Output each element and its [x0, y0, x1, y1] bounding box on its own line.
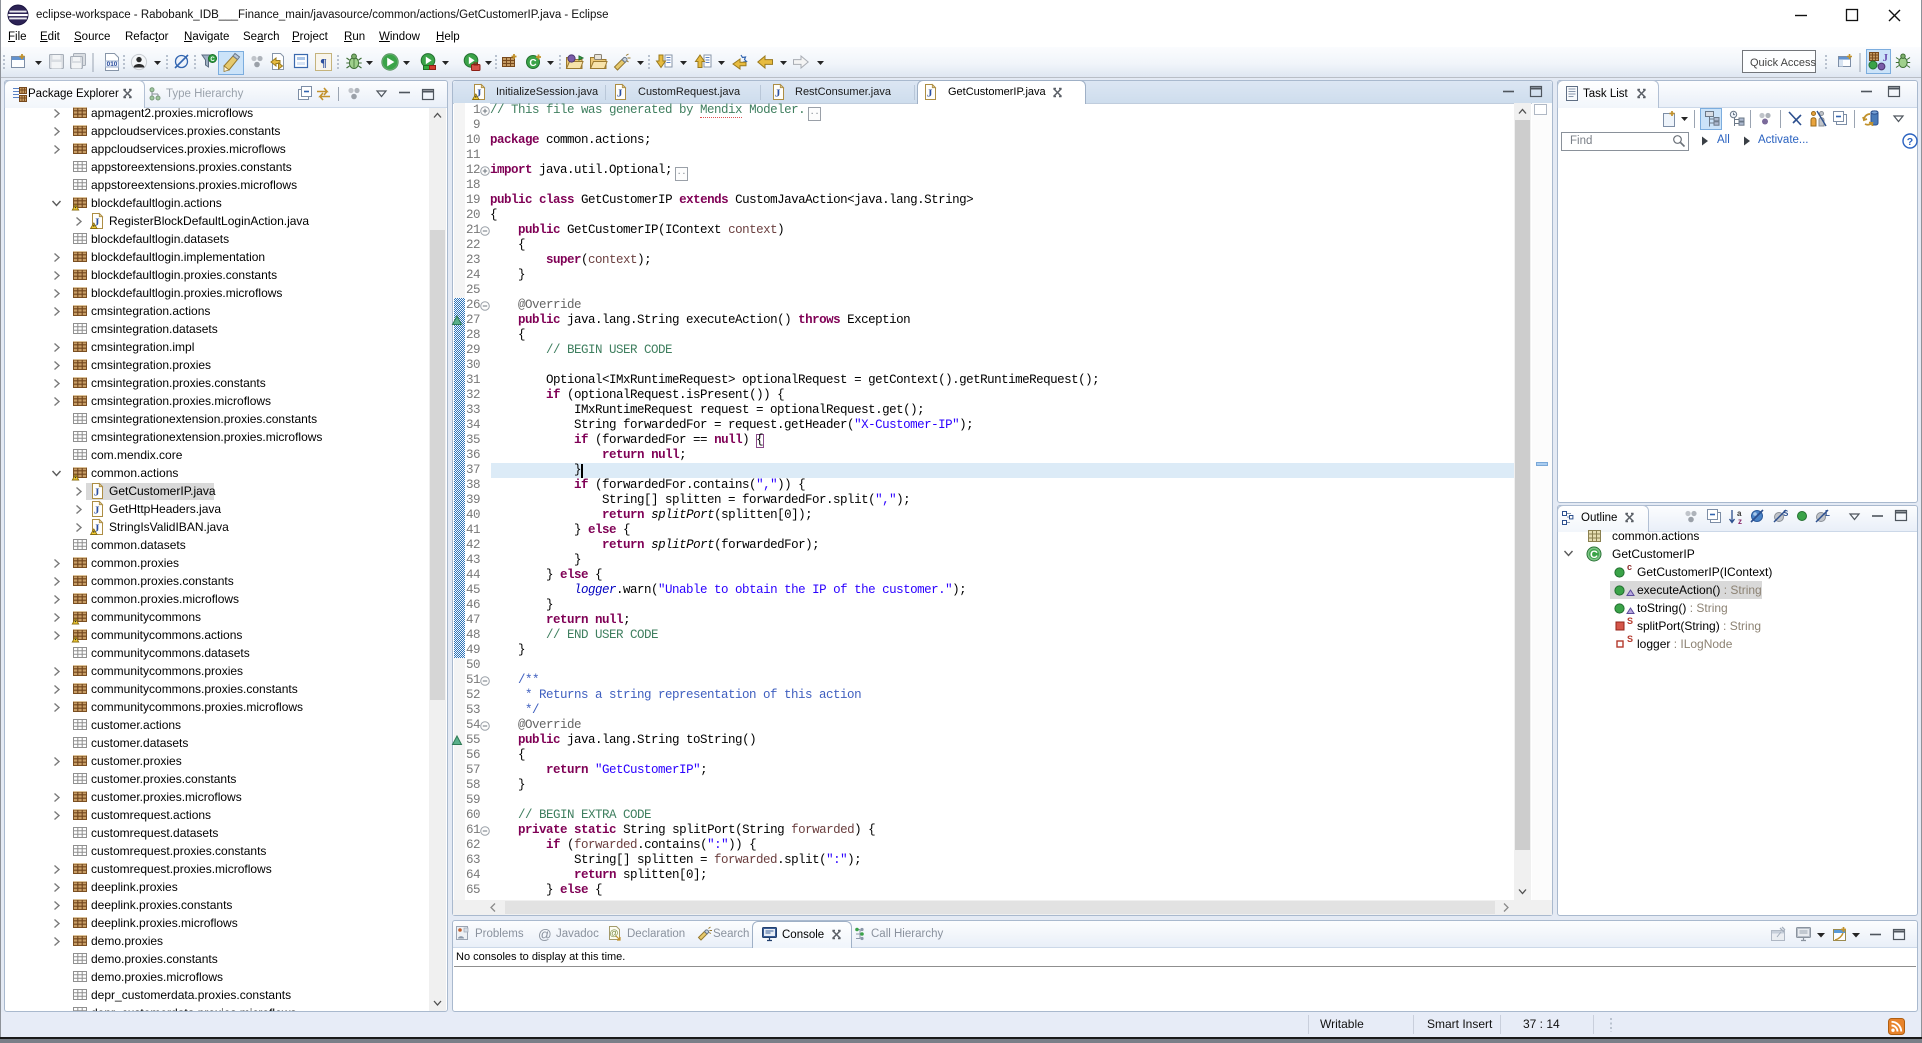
svg-text:J: J [617, 88, 623, 100]
svg-text:?: ? [1907, 136, 1913, 148]
svg-text:J: J [94, 487, 100, 499]
svg-text:J: J [775, 88, 781, 100]
svg-text:C: C [529, 58, 536, 69]
svg-text:010: 010 [107, 61, 118, 68]
svg-text:J: J [94, 505, 100, 517]
svg-text:C: C [1590, 549, 1598, 561]
svg-text:J: J [927, 88, 933, 100]
svg-text:C: C [210, 57, 215, 63]
svg-text:¶: ¶ [320, 56, 326, 70]
svg-text:J: J [1883, 52, 1889, 64]
svg-text:Quick Access: Quick Access [1750, 57, 1817, 69]
svg-text:z: z [1738, 517, 1742, 526]
